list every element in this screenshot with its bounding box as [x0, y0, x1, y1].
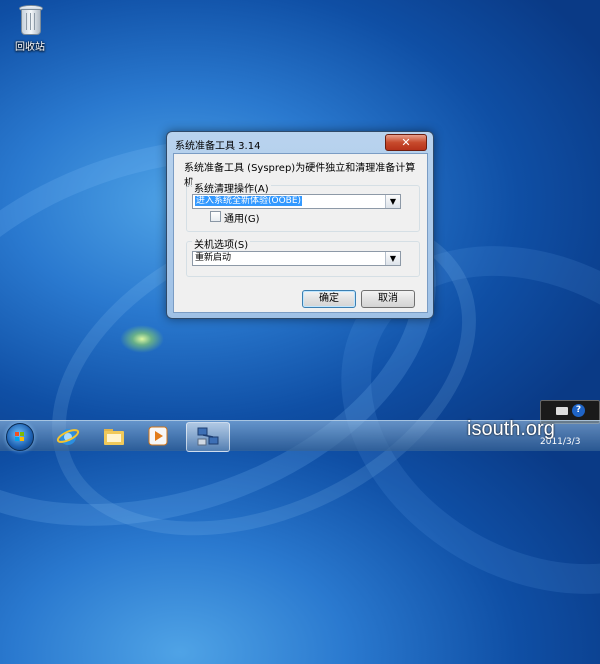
close-button[interactable]: ✕	[385, 134, 427, 151]
shutdown-options-select[interactable]: 重新启动 ▼	[192, 251, 401, 266]
keyboard-icon[interactable]	[556, 407, 568, 415]
recycle-bin-label: 回收站	[15, 42, 45, 53]
cleanup-action-group: 系统清理操作(A) 进入系统全新体验(OOBE) ▼ 通用(G)	[186, 180, 420, 232]
sysprep-dialog: 系统准备工具 3.14 ✕ 系统准备工具 (Sysprep)为硬件独立和清理准备…	[166, 131, 434, 319]
watermark-text: isouth.org	[467, 418, 555, 440]
start-orb-icon[interactable]	[6, 423, 34, 451]
network-app-icon	[197, 427, 219, 446]
generalize-checkbox[interactable]	[210, 211, 221, 222]
help-icon[interactable]: ?	[572, 404, 585, 417]
dialog-title: 系统准备工具 3.14	[175, 141, 261, 152]
cancel-button[interactable]: 取消	[361, 290, 415, 308]
shutdown-options-label: 关机选项(S)	[192, 236, 251, 251]
media-player-icon[interactable]	[146, 424, 170, 448]
desktop-icon-recycle-bin[interactable]: 回收站	[10, 4, 50, 53]
cleanup-action-label: 系统清理操作(A)	[192, 180, 271, 195]
dialog-titlebar[interactable]: 系统准备工具 3.14 ✕	[167, 132, 433, 153]
chevron-down-icon: ▼	[385, 252, 400, 265]
shutdown-options-group: 关机选项(S) 重新启动 ▼	[186, 236, 420, 277]
generalize-label[interactable]: 通用(G)	[224, 210, 260, 225]
dialog-client: 系统准备工具 (Sysprep)为硬件独立和清理准备计算机。 系统清理操作(A)…	[173, 153, 428, 313]
ok-button[interactable]: 确定	[302, 290, 356, 308]
folder-icon[interactable]	[102, 424, 126, 448]
taskbar-item-sysprep[interactable]	[186, 422, 230, 452]
cleanup-action-select[interactable]: 进入系统全新体验(OOBE) ▼	[192, 194, 401, 209]
ie-icon[interactable]	[56, 424, 80, 448]
cleanup-action-value: 进入系统全新体验(OOBE)	[195, 196, 303, 206]
chevron-down-icon: ▼	[385, 195, 400, 208]
wallpaper-flare	[120, 325, 164, 353]
recycle-bin-icon	[18, 4, 43, 35]
shutdown-options-value: 重新启动	[195, 253, 232, 263]
